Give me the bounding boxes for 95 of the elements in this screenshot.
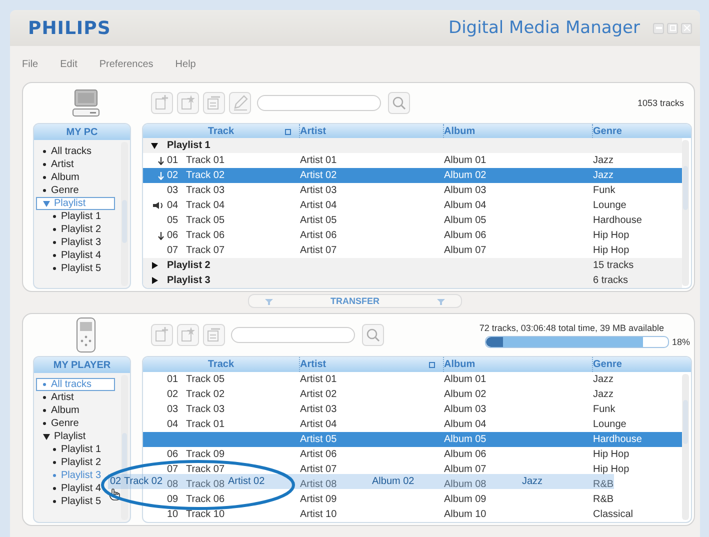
album-cell: Album 02 [444, 170, 486, 181]
artist-cell: Artist 02 [300, 389, 337, 400]
genre-cell: Lounge [593, 419, 626, 430]
artist-cell: Artist 06 [300, 449, 337, 460]
sidebar-title: MY PC [34, 124, 130, 140]
album-cell: Album 03 [444, 404, 486, 415]
track-title: Track 07 [186, 245, 225, 256]
album-cell: Album 04 [444, 419, 486, 430]
artist-cell: Artist 07 [300, 245, 337, 256]
track-number: 07 [167, 245, 178, 256]
genre-cell: Funk [593, 404, 616, 415]
app-logo: PHILIPS [28, 18, 111, 38]
album-cell: Album 09 [444, 494, 486, 505]
genre-cell: Classical [593, 509, 634, 520]
playlist-count: 6 tracks [593, 275, 628, 286]
genre-cell: R&B [593, 494, 614, 505]
album-cell: Album 06 [444, 449, 486, 460]
artist-cell: Artist 07 [300, 464, 337, 475]
track-title: Track 02 [186, 389, 225, 400]
track-number: 06 [167, 449, 178, 460]
album-cell: Album 04 [444, 200, 486, 211]
track-title: Track 01 [186, 419, 225, 430]
artist-cell: Artist 09 [300, 494, 337, 505]
track-number: 09 [167, 494, 178, 505]
playlist-name: Playlist 3 [167, 275, 210, 286]
genre-cell: Hip Hop [593, 245, 630, 256]
album-cell: Album 06 [444, 230, 486, 241]
artist-cell: Artist 03 [300, 185, 337, 196]
album-cell: Album 01 [444, 155, 486, 166]
album-cell: Album 05 [444, 215, 486, 226]
track-title: Track 01 [186, 155, 225, 166]
artist-cell: Artist 05 [300, 215, 337, 226]
track-number: 02 [167, 389, 178, 400]
track-count: 1053 tracks [637, 98, 684, 108]
artist-cell: Artist 04 [300, 200, 337, 211]
track-title: Track 03 [186, 185, 225, 196]
track-number: 10 [167, 509, 178, 520]
genre-cell: Hip Hop [593, 449, 630, 460]
genre-cell: Jazz [593, 170, 614, 181]
track-title: Track 06 [186, 494, 225, 505]
track-number: 06 [167, 230, 178, 241]
artist-cell: Artist 01 [300, 155, 337, 166]
genre-cell: Hip Hop [593, 230, 630, 241]
genre-cell: Lounge [593, 200, 626, 211]
track-number: 01 [167, 155, 178, 166]
artist-cell: Artist 05 [300, 434, 337, 445]
album-cell: Album 05 [444, 434, 486, 445]
track-title: Track 05 [186, 215, 225, 226]
genre-cell: Jazz [593, 155, 614, 166]
album-cell: Album 10 [444, 509, 486, 520]
album-cell: Album 02 [444, 389, 486, 400]
track-title: Track 10 [186, 509, 225, 520]
storage-info: 72 tracks, 03:06:48 total time, 39 MB available [479, 322, 664, 332]
track-number: 03 [167, 404, 178, 415]
track-title: Track 09 [186, 449, 225, 460]
genre-cell: Funk [593, 185, 616, 196]
track-title: Track 03 [186, 404, 225, 415]
sidebar-title: MY PLAYER [34, 357, 130, 373]
artist-cell: Artist 06 [300, 230, 337, 241]
track-number: 02 [167, 170, 178, 181]
track-title: Track 08 [186, 479, 225, 490]
track-number: 05 [167, 215, 178, 226]
artist-cell: Artist 10 [300, 509, 337, 520]
artist-cell: Artist 03 [300, 404, 337, 415]
track-title: Track 05 [186, 374, 225, 385]
artist-cell: Artist 08 [300, 479, 337, 490]
genre-cell: Jazz [593, 374, 614, 385]
album-cell: Album 03 [444, 185, 486, 196]
genre-cell: Hardhouse [593, 215, 642, 226]
track-title: Track 02 [186, 170, 225, 181]
album-cell: Album 07 [444, 464, 486, 475]
storage-percent: 18% [672, 336, 690, 346]
track-title: Track 06 [186, 230, 225, 241]
genre-cell: Hardhouse [593, 434, 642, 445]
genre-cell: R&B [593, 479, 614, 490]
track-number: 04 [167, 419, 178, 430]
artist-cell: Artist 01 [300, 374, 337, 385]
playlist-name: Playlist 1 [167, 140, 210, 151]
playlist-name: Playlist 2 [167, 260, 210, 271]
track-number: 07 [167, 464, 178, 475]
track-number: 01 [167, 374, 178, 385]
artist-cell: Artist 04 [300, 419, 337, 430]
track-title: Track 07 [186, 464, 225, 475]
album-cell: Album 07 [444, 245, 486, 256]
album-cell: Album 01 [444, 374, 486, 385]
track-number: 08 [167, 479, 178, 490]
genre-cell: Jazz [593, 389, 614, 400]
track-number: 03 [167, 185, 178, 196]
track-title: Track 04 [186, 200, 225, 211]
genre-cell: Hip Hop [593, 464, 630, 475]
artist-cell: Artist 02 [300, 170, 337, 181]
playlist-count: 15 tracks [593, 260, 634, 271]
album-cell: Album 08 [444, 479, 486, 490]
window-title: Digital Media Manager [448, 18, 640, 38]
track-number: 04 [167, 200, 178, 211]
